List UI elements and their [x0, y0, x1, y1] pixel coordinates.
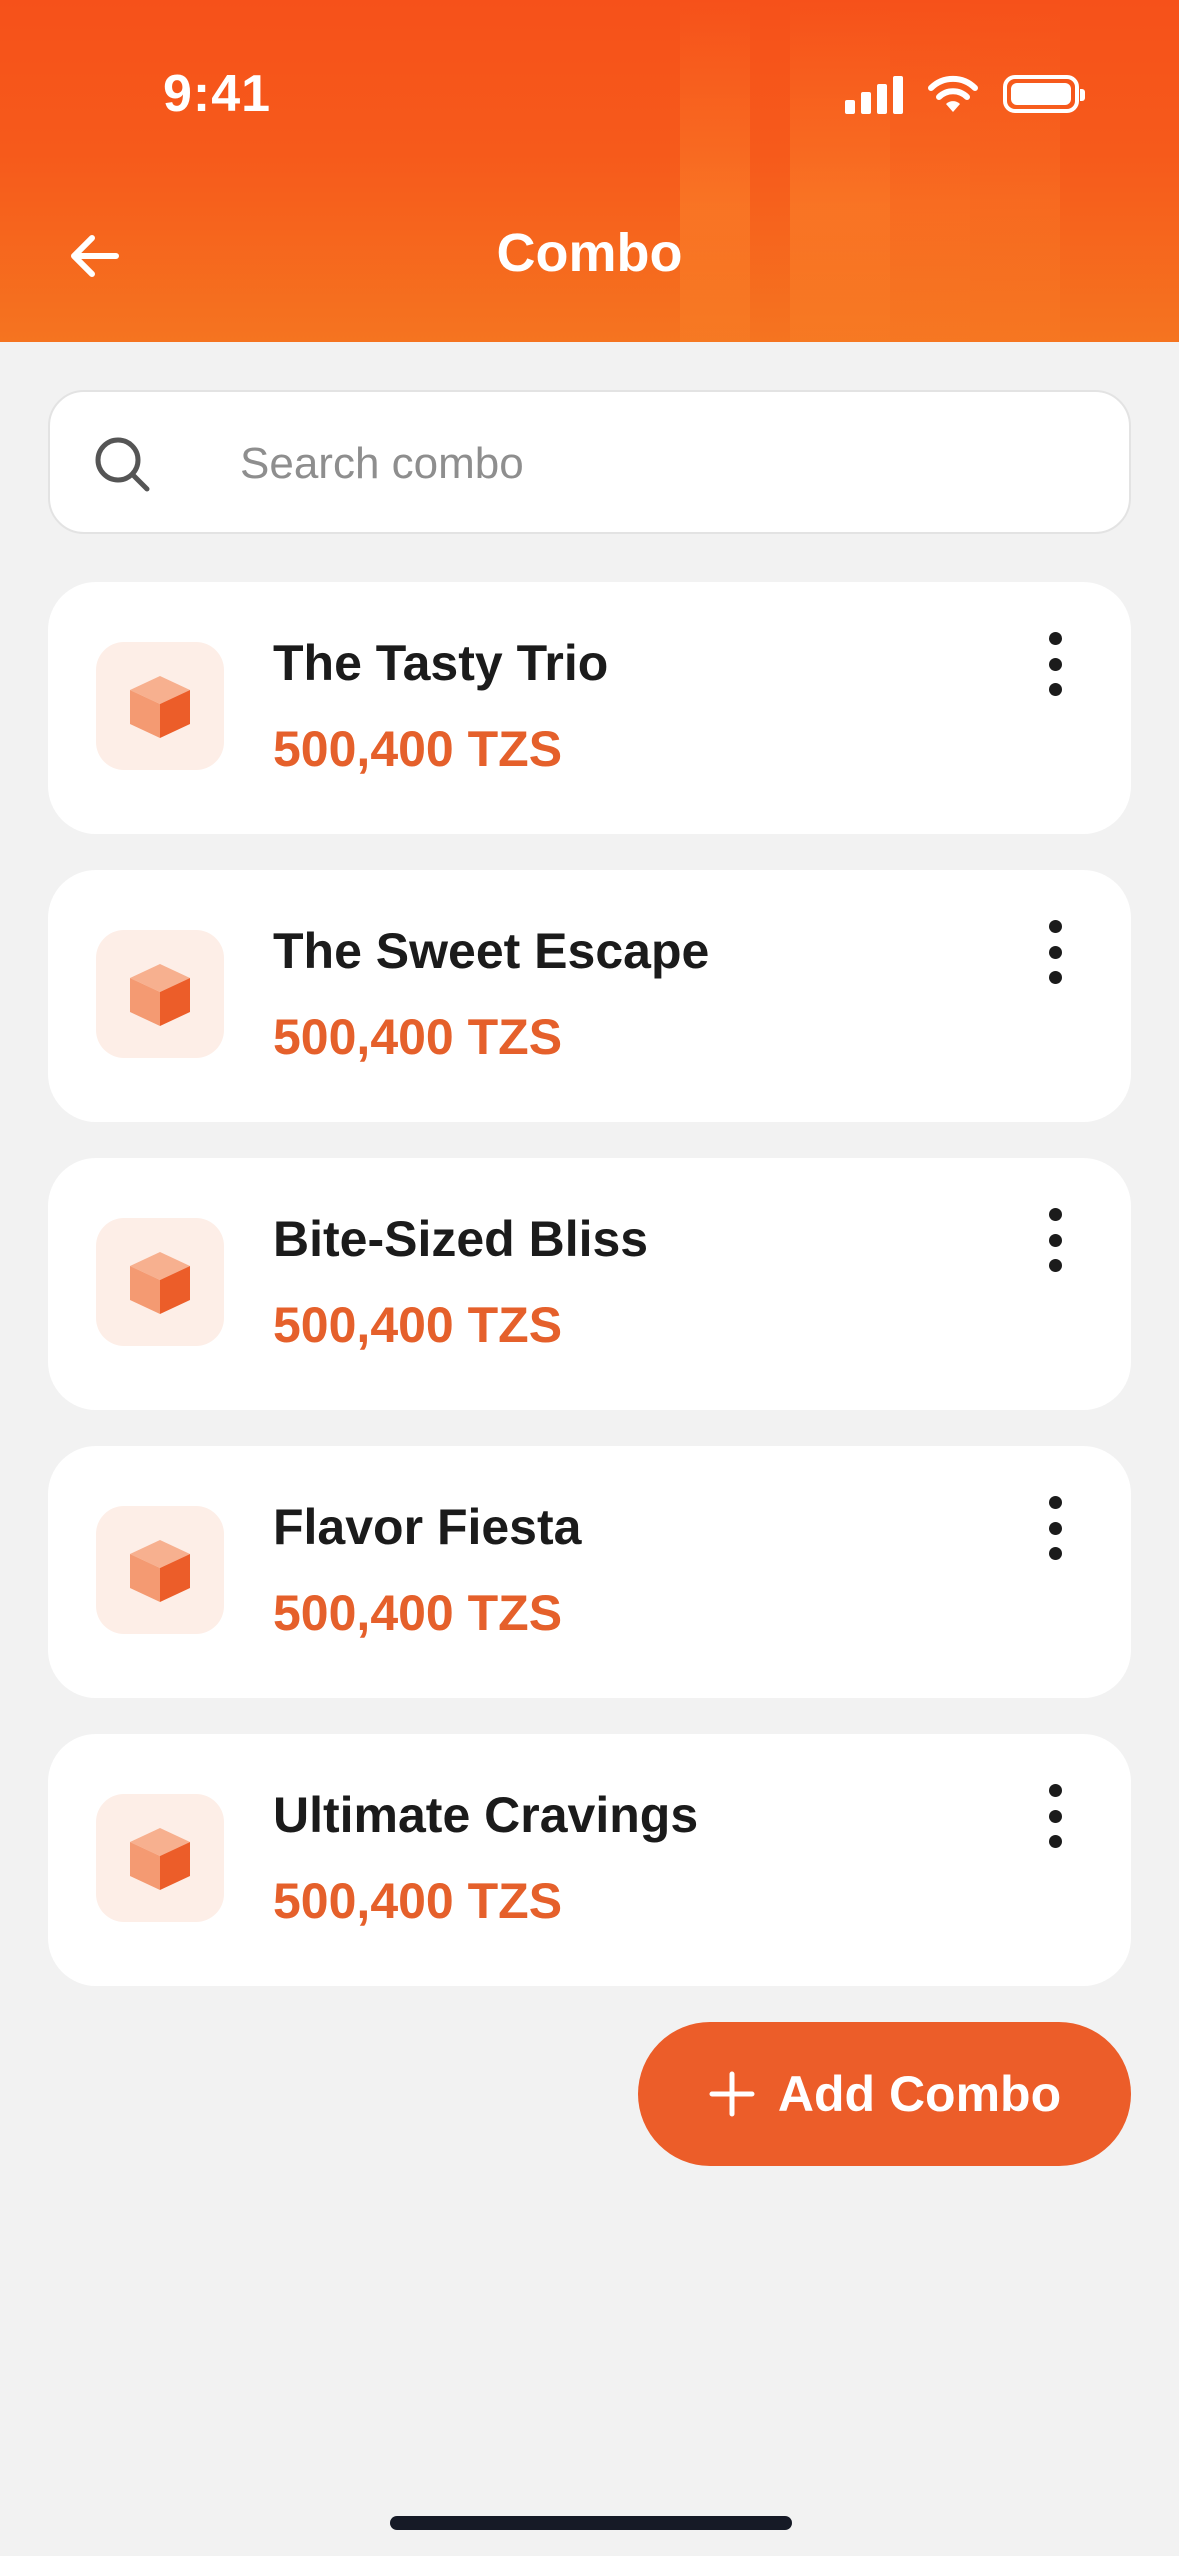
- add-combo-button[interactable]: Add Combo: [638, 2022, 1131, 2166]
- page-title: Combo: [496, 223, 683, 283]
- search-input[interactable]: [240, 432, 1100, 496]
- combo-card[interactable]: The Sweet Escape 500,400 TZS: [48, 870, 1131, 1122]
- status-icons: [845, 74, 1085, 114]
- combo-card[interactable]: Flavor Fiesta 500,400 TZS: [48, 1446, 1131, 1698]
- more-options-icon[interactable]: [1035, 920, 1075, 984]
- more-options-icon[interactable]: [1035, 1784, 1075, 1848]
- combo-thumbnail: [96, 1218, 224, 1346]
- cellular-signal-icon: [845, 74, 903, 114]
- box-icon: [130, 676, 190, 738]
- combo-price: 500,400 TZS: [273, 1585, 563, 1641]
- header-bar: 9:41 Combo: [0, 0, 1179, 342]
- combo-name: Bite-Sized Bliss: [273, 1211, 649, 1267]
- more-options-icon[interactable]: [1035, 632, 1075, 696]
- combo-screen: 9:41 Combo Search combo The Tasty Trio 5…: [0, 0, 1179, 2556]
- combo-thumbnail: [96, 1506, 224, 1634]
- box-icon: [130, 1540, 190, 1602]
- combo-price: 500,400 TZS: [273, 1297, 563, 1353]
- search-icon: [95, 437, 150, 492]
- box-icon: [130, 1828, 190, 1890]
- box-icon: [130, 964, 190, 1026]
- combo-thumbnail: [96, 930, 224, 1058]
- more-options-icon[interactable]: [1035, 1496, 1075, 1560]
- combo-price: 500,400 TZS: [273, 721, 563, 777]
- combo-price: 500,400 TZS: [273, 1873, 563, 1929]
- header-decoration: [890, 0, 970, 342]
- combo-name: Ultimate Cravings: [273, 1787, 699, 1843]
- combo-card[interactable]: The Tasty Trio 500,400 TZS: [48, 582, 1131, 834]
- combo-name: The Tasty Trio: [273, 635, 609, 691]
- header-decoration: [790, 0, 890, 342]
- combo-thumbnail: [96, 642, 224, 770]
- header-decoration: [970, 0, 1060, 342]
- search-bar[interactable]: [48, 390, 1131, 534]
- battery-icon: [1003, 75, 1085, 113]
- combo-card[interactable]: Ultimate Cravings 500,400 TZS: [48, 1734, 1131, 1986]
- more-options-icon[interactable]: [1035, 1208, 1075, 1272]
- header-decoration: [680, 0, 750, 342]
- home-indicator[interactable]: [390, 2516, 792, 2530]
- combo-name: The Sweet Escape: [273, 923, 710, 979]
- add-combo-label: Add Combo: [777, 2066, 1062, 2122]
- combo-thumbnail: [96, 1794, 224, 1922]
- status-time: 9:41: [163, 65, 272, 123]
- combo-price: 500,400 TZS: [273, 1009, 563, 1065]
- box-icon: [130, 1252, 190, 1314]
- combo-card[interactable]: Bite-Sized Bliss 500,400 TZS: [48, 1158, 1131, 1410]
- plus-icon: [709, 2071, 755, 2117]
- combo-name: Flavor Fiesta: [273, 1499, 582, 1555]
- wifi-icon: [928, 75, 978, 112]
